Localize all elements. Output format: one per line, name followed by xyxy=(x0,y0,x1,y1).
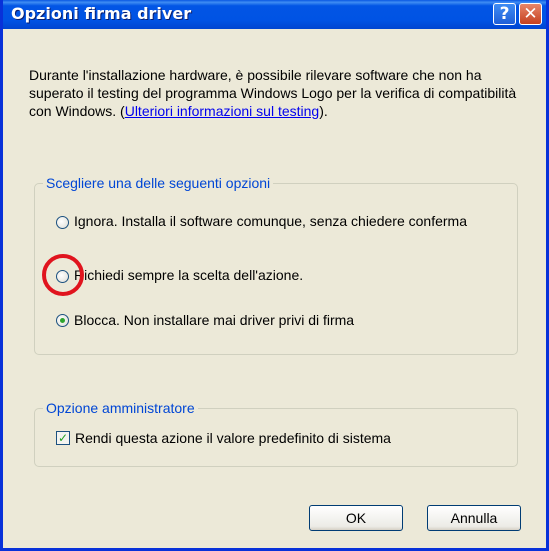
testing-info-link[interactable]: Ulteriori informazioni sul testing xyxy=(125,103,320,119)
cancel-button[interactable]: Annulla xyxy=(427,505,521,531)
intro-text: Durante l'installazione hardware, è poss… xyxy=(29,66,529,120)
help-icon: ? xyxy=(499,4,510,24)
admin-group-legend: Opzione amministratore xyxy=(43,400,198,416)
block-radio[interactable] xyxy=(56,314,69,327)
prompt-option-label[interactable]: Richiedi sempre la scelta dell'azione. xyxy=(74,266,484,284)
close-icon: ✕ xyxy=(523,4,538,24)
annotation-circle xyxy=(42,254,84,296)
ignore-option-label[interactable]: Ignora. Installa il software comunque, s… xyxy=(74,212,484,230)
help-button[interactable]: ? xyxy=(493,3,516,25)
default-checkbox[interactable]: ✓ xyxy=(56,431,70,445)
intro-suffix: ). xyxy=(319,103,328,119)
ok-button[interactable]: OK xyxy=(309,505,403,531)
options-group-legend: Scegliere una delle seguenti opzioni xyxy=(43,175,274,191)
checkmark-icon: ✓ xyxy=(57,431,69,445)
title-bar[interactable]: Opzioni firma driver ? ✕ xyxy=(3,0,546,29)
dialog-title: Opzioni firma driver xyxy=(11,4,192,23)
ignore-radio[interactable] xyxy=(56,216,69,229)
block-option-label[interactable]: Blocca. Non installare mai driver privi … xyxy=(74,311,484,329)
close-button[interactable]: ✕ xyxy=(519,3,542,25)
default-checkbox-label[interactable]: Rendi questa azione il valore predefinit… xyxy=(75,429,505,447)
dialog-window: Opzioni firma driver ? ✕ Durante l'insta… xyxy=(0,0,549,551)
